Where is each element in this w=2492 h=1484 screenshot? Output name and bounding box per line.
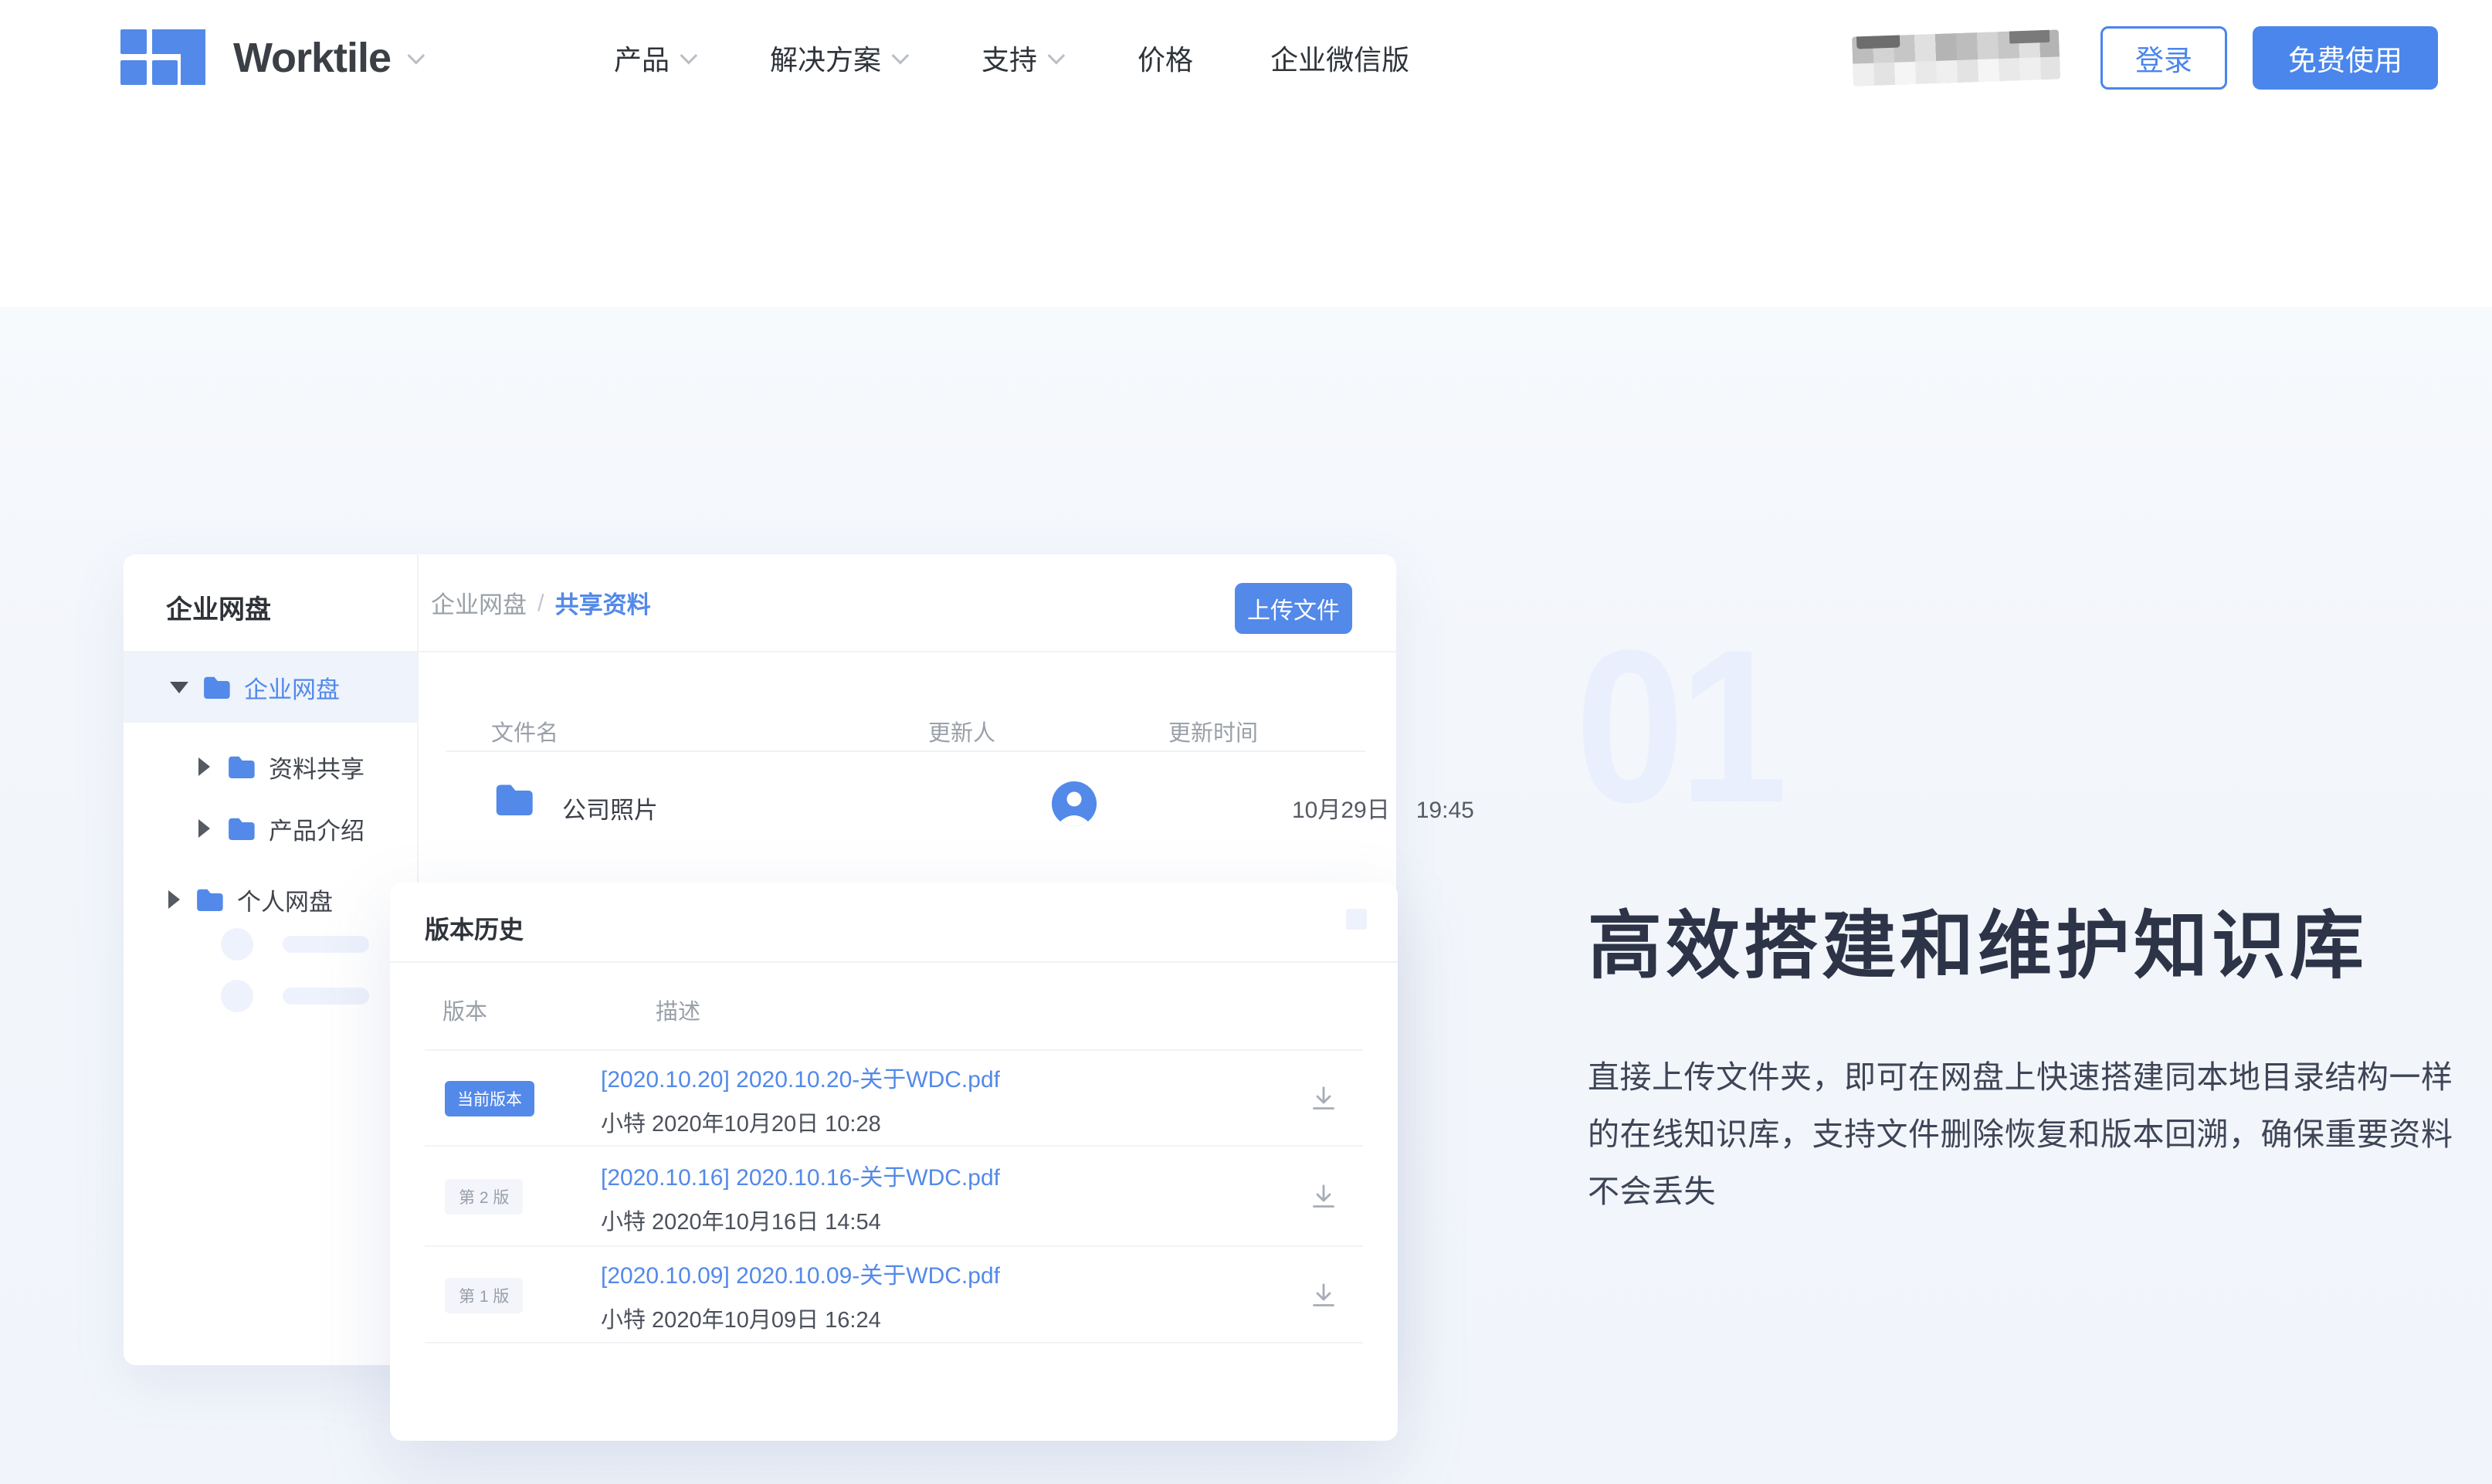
column-header-version: 版本 <box>442 994 487 1026</box>
table-row-company-photos[interactable]: 公司照片 10月29日19:45 <box>446 752 1365 857</box>
version-row-current: 当前版本 [2020.10.20] 2020.10.20-关于WDC.pdf 小… <box>390 1051 1398 1147</box>
upload-file-button[interactable]: 上传文件 <box>1235 583 1352 634</box>
version-badge-current: 当前版本 <box>445 1081 534 1116</box>
sidebar-skeleton-row <box>221 980 369 1012</box>
download-icon[interactable] <box>1308 1181 1339 1212</box>
feature-index-watermark: 01 <box>1575 618 1782 835</box>
modal-header: 版本历史 <box>390 883 1398 963</box>
tree-item-shared-docs[interactable]: 资料共享 <box>198 744 364 790</box>
skeleton-circle <box>221 928 253 961</box>
nav-item-products[interactable]: 产品 <box>614 38 693 78</box>
folder-icon <box>227 755 255 778</box>
tree-item-personal-drive[interactable]: 个人网盘 <box>168 876 333 923</box>
divider <box>425 1342 1363 1343</box>
version-meta: 小特 2020年10月09日 16:24 <box>601 1302 1308 1334</box>
nav-menu: 产品 解决方案 支持 价格 企业微信版 <box>614 0 1409 116</box>
worktile-logo[interactable]: Worktile <box>120 0 420 116</box>
folder-icon <box>227 817 255 840</box>
breadcrumb-root[interactable]: 企业网盘 <box>431 585 527 620</box>
nav-item-pricing[interactable]: 价格 <box>1138 38 1193 78</box>
skeleton-circle <box>221 980 253 1012</box>
column-header-updated-time: 更新时间 <box>1168 715 1258 747</box>
download-icon[interactable] <box>1308 1083 1339 1114</box>
version-row-2: 第 2 版 [2020.10.16] 2020.10.16-关于WDC.pdf … <box>390 1147 1398 1247</box>
version-badge: 第 1 版 <box>445 1278 523 1313</box>
version-badge: 第 2 版 <box>445 1179 523 1215</box>
modal-title: 版本历史 <box>425 910 524 946</box>
caret-expanded-icon[interactable] <box>170 682 188 693</box>
nav-right-cluster: 登录 免费使用 <box>1853 0 2438 116</box>
sidebar-skeleton-row <box>221 928 369 961</box>
skeleton-bar <box>283 936 369 953</box>
updated-time: 10月29日19:45 <box>1292 791 1474 825</box>
breadcrumb-current: 共享资料 <box>555 585 651 620</box>
caret-collapsed-icon[interactable] <box>198 757 210 776</box>
nav-item-solutions[interactable]: 解决方案 <box>770 38 904 78</box>
updater-avatar <box>1052 781 1097 826</box>
feature-title: 高效搭建和维护知识库 <box>1588 905 2368 988</box>
column-header-updater: 更新人 <box>928 715 995 747</box>
nav-item-wecom-edition[interactable]: 企业微信版 <box>1270 38 1409 78</box>
close-icon[interactable] <box>1346 909 1367 930</box>
chevron-down-icon <box>1048 47 1066 65</box>
caret-collapsed-icon[interactable] <box>168 890 180 909</box>
version-meta: 小特 2020年10月20日 10:28 <box>601 1106 1308 1138</box>
folder-icon <box>195 888 223 911</box>
skeleton-bar <box>283 988 369 1005</box>
chevron-down-icon <box>408 47 426 65</box>
chevron-down-icon <box>892 47 910 65</box>
nav-item-support[interactable]: 支持 <box>982 38 1060 78</box>
worktile-logo-text: Worktile <box>233 34 391 82</box>
chevron-down-icon <box>680 47 698 65</box>
file-name: 公司照片 <box>562 791 658 825</box>
version-file-link[interactable]: [2020.10.20] 2020.10.20-关于WDC.pdf <box>601 1060 1308 1094</box>
download-icon[interactable] <box>1308 1280 1339 1311</box>
version-file-link[interactable]: [2020.10.09] 2020.10.09-关于WDC.pdf <box>601 1256 1308 1290</box>
login-button[interactable]: 登录 <box>2100 26 2227 90</box>
caret-collapsed-icon[interactable] <box>198 819 210 838</box>
version-table-header: 版本 描述 <box>390 963 1398 1051</box>
folder-icon <box>494 783 533 815</box>
breadcrumb-separator: / <box>537 589 544 617</box>
page: Worktile 产品 解决方案 支持 价格 企业微信版 <box>0 0 2492 1484</box>
column-header-description: 描述 <box>656 994 700 1026</box>
version-history-modal: 版本历史 版本 描述 当前版本 [2020.10.20] 2020.10.20-… <box>390 883 1398 1441</box>
version-meta: 小特 2020年10月16日 14:54 <box>601 1204 1308 1236</box>
tree-item-enterprise-drive[interactable]: 企业网盘 <box>170 664 340 710</box>
worktile-logo-icon <box>120 29 207 86</box>
tree-item-product-intro[interactable]: 产品介绍 <box>198 805 364 852</box>
folder-icon <box>202 676 230 699</box>
version-file-link[interactable]: [2020.10.16] 2020.10.16-关于WDC.pdf <box>601 1158 1308 1192</box>
feature-description: 直接上传文件夹，即可在网盘上快速搭建同本地目录结构一样的在线知识库，支持文件删除… <box>1588 1049 2468 1220</box>
version-row-1: 第 1 版 [2020.10.09] 2020.10.09-关于WDC.pdf … <box>390 1247 1398 1343</box>
breadcrumb: 企业网盘 / 共享资料 <box>431 554 651 651</box>
top-navbar: Worktile 产品 解决方案 支持 价格 企业微信版 <box>0 0 2492 116</box>
free-trial-button[interactable]: 免费使用 <box>2253 26 2438 90</box>
phone-number-redacted <box>1852 29 2060 86</box>
column-header-filename: 文件名 <box>491 715 558 747</box>
sidebar-title: 企业网盘 <box>166 588 271 626</box>
